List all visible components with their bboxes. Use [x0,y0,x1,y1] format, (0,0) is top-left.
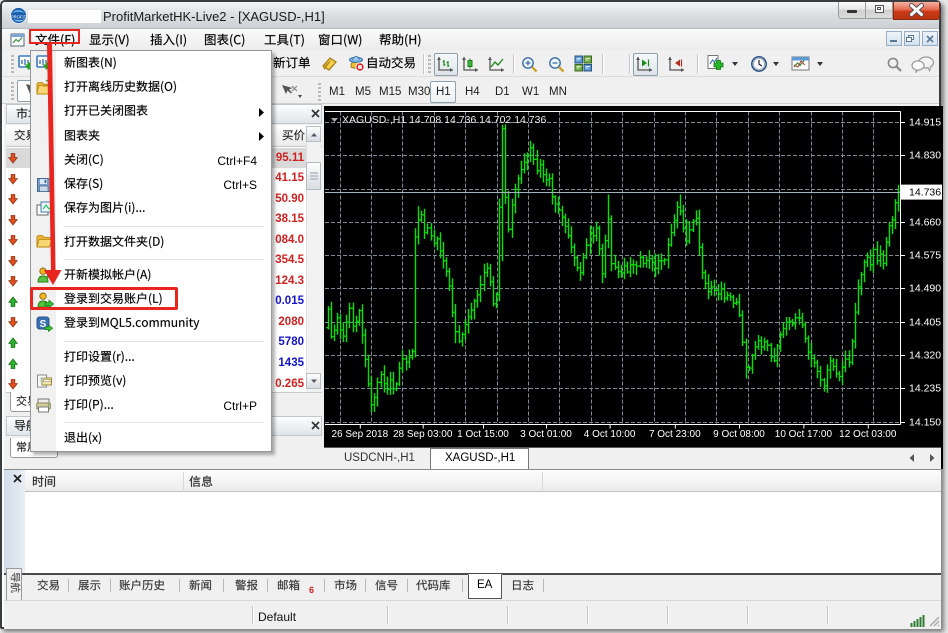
svg-text:4 Oct 10:00: 4 Oct 10:00 [584,429,636,440]
svg-text:7 Oct 23:00: 7 Oct 23:00 [649,429,701,440]
svg-text:14.405: 14.405 [909,317,941,329]
svg-text:28 Sep 03:00: 28 Sep 03:00 [393,429,453,440]
svg-text:14.830: 14.830 [909,150,941,162]
svg-text:12 Oct 03:00: 12 Oct 03:00 [839,429,897,440]
svg-text:PROFIT: PROFIT [11,15,27,20]
svg-text:14.660: 14.660 [909,217,941,229]
svg-text:14.915: 14.915 [909,117,941,129]
svg-text:26 Sep 2018: 26 Sep 2018 [331,429,388,440]
svg-text:14.736: 14.736 [909,187,941,199]
svg-text:10 Oct 17:00: 10 Oct 17:00 [775,429,833,440]
svg-text:XAGUSD-,H1 14.708 14.736 14.7: XAGUSD-,H1 14.708 14.736 14.702 14.736 [342,114,546,126]
svg-text:14.320: 14.320 [909,350,941,362]
svg-text:14.235: 14.235 [909,383,941,395]
svg-text:14.575: 14.575 [909,250,941,262]
svg-text:14.150: 14.150 [909,417,941,429]
svg-text:3 Oct 01:00: 3 Oct 01:00 [520,429,572,440]
svg-text:9 Oct 08:00: 9 Oct 08:00 [713,429,765,440]
svg-text:14.490: 14.490 [909,283,941,295]
svg-text:1 Oct 15:00: 1 Oct 15:00 [457,429,509,440]
